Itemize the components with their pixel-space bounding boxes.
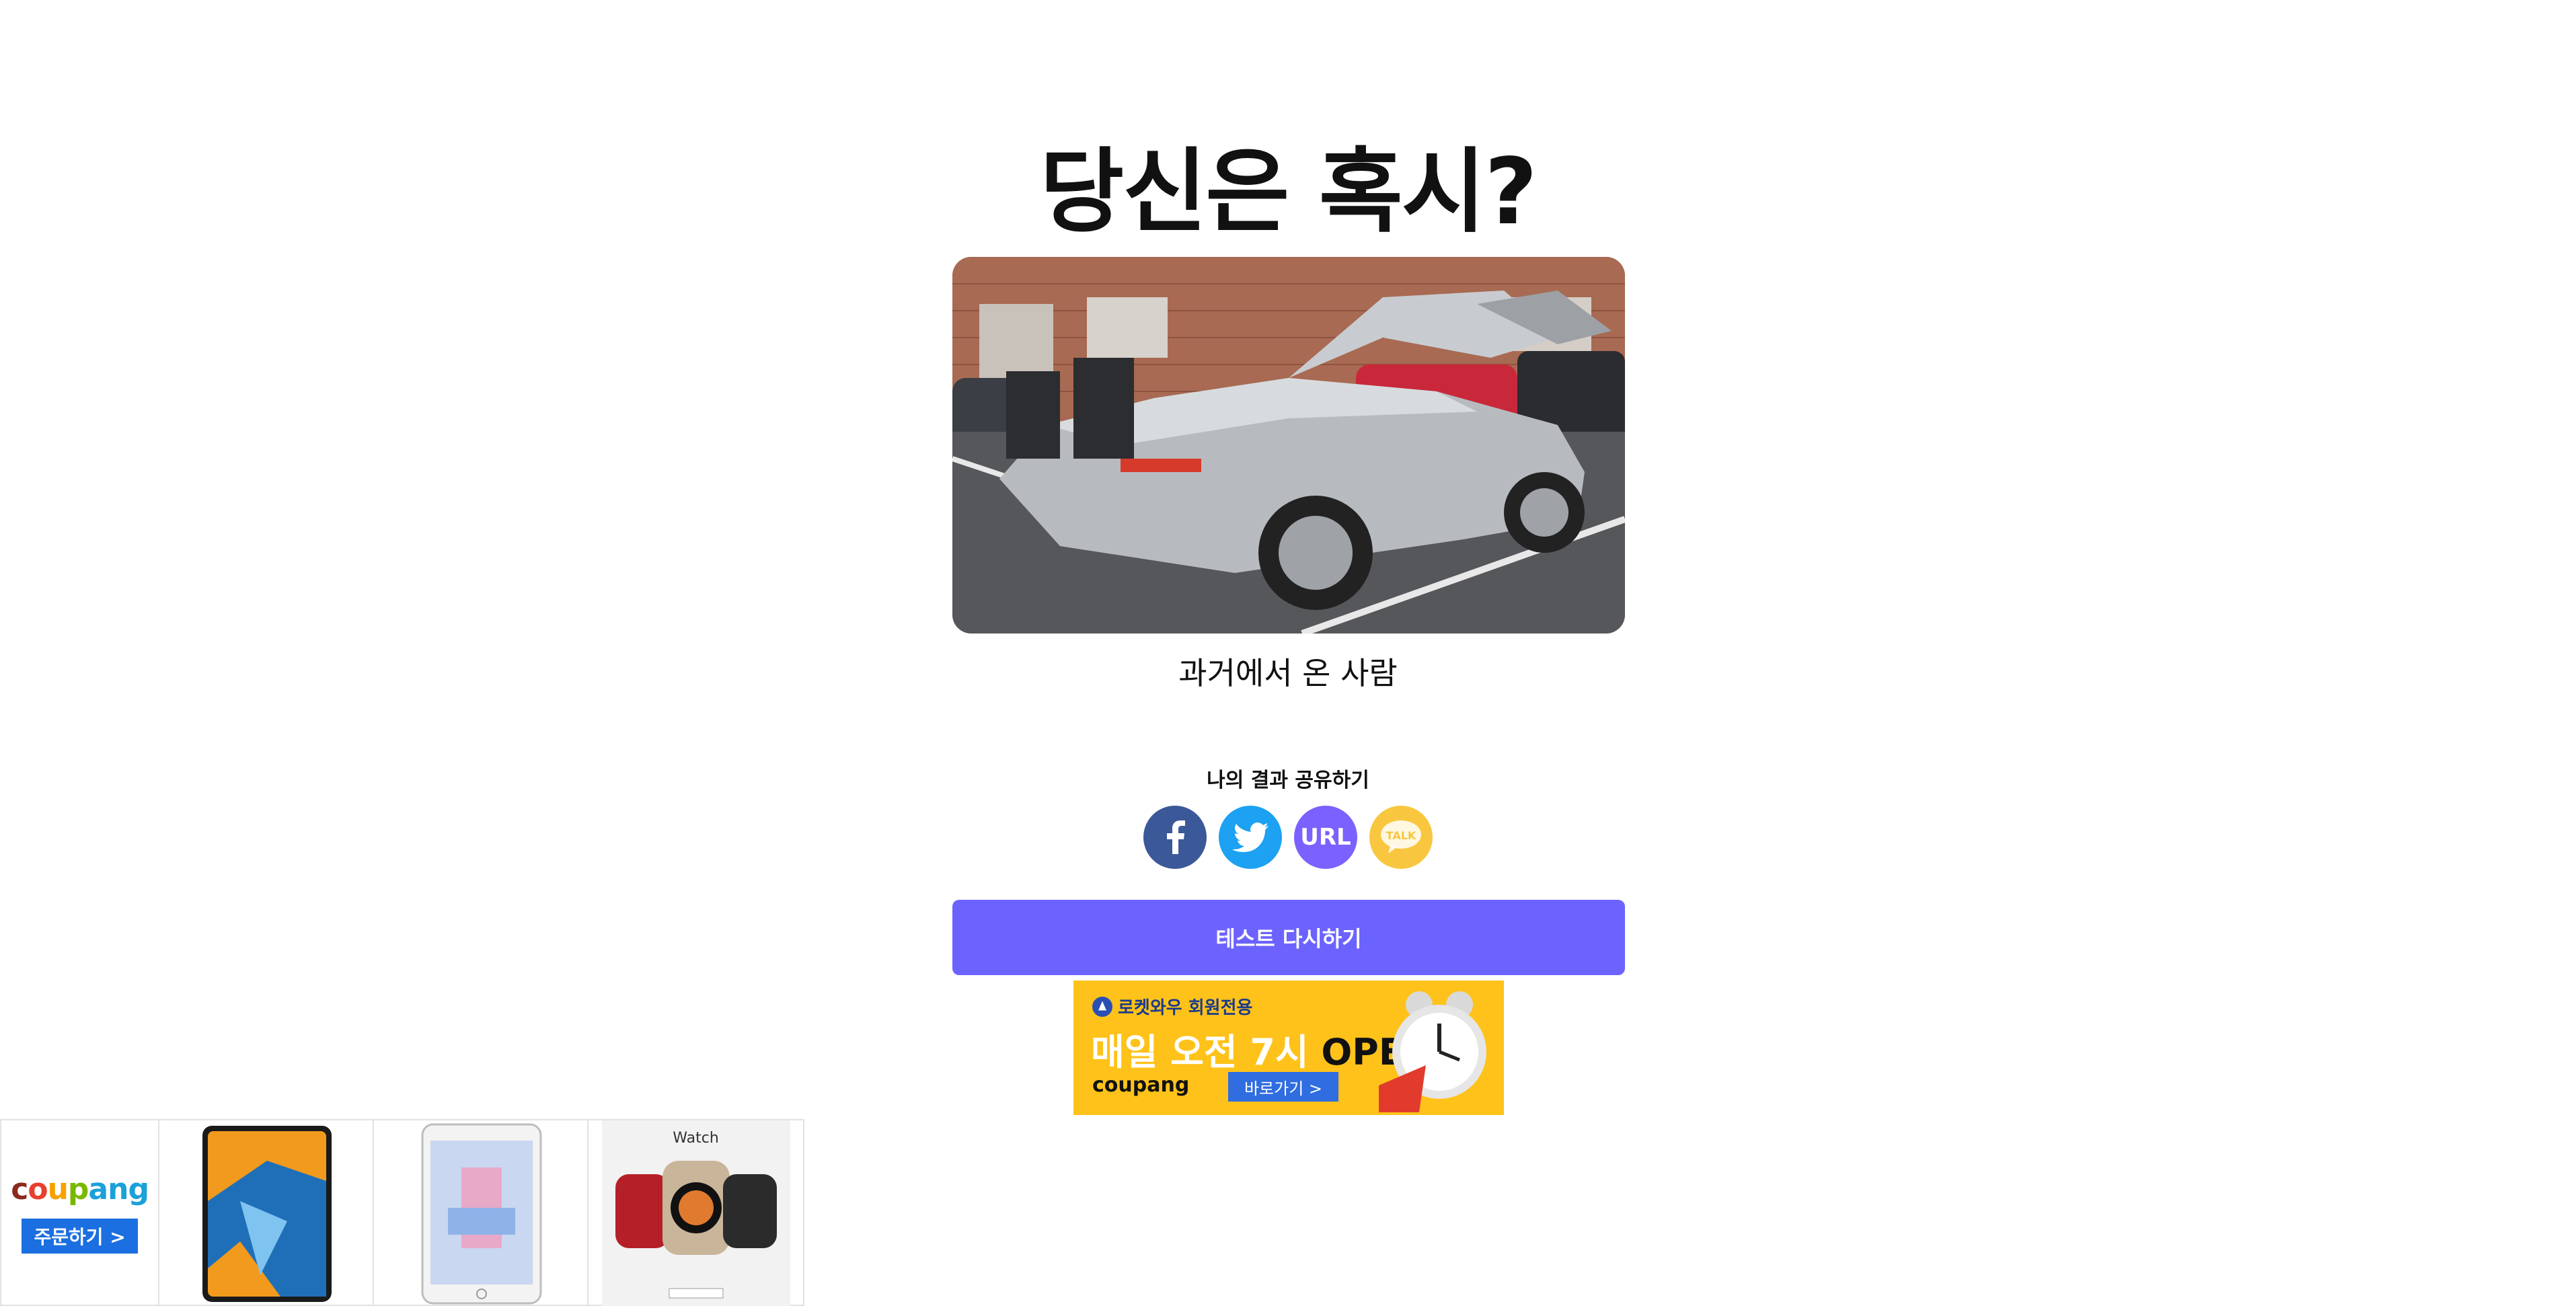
banner-cta-button[interactable]: 바로가기 > (1228, 1072, 1338, 1102)
alarm-clock-icon (1379, 991, 1486, 1112)
watch-image (602, 1120, 791, 1306)
rocket-icon (1092, 996, 1112, 1017)
facebook-share-button[interactable] (1143, 806, 1207, 869)
tablet-image (202, 1126, 332, 1302)
coupang-banner-ad[interactable]: 로켓와우 회원전용 매일 오전 7시 OPEN coupang 바로가기 > (1073, 981, 1504, 1115)
result-page: 당신은 혹시? 과거에서 온 사람 나의 결과 공유하기 URL TALK 테스… (0, 0, 2576, 1306)
twitter-icon (1232, 822, 1268, 852)
product-apple-watch[interactable]: Watch (589, 1120, 803, 1306)
kakao-talk-icon: TALK (1381, 820, 1421, 853)
url-share-button[interactable]: URL (1294, 806, 1357, 869)
tablet-image (421, 1123, 542, 1305)
coupang-brand-block[interactable]: coupang 주문하기 > (1, 1120, 160, 1305)
retry-test-button[interactable]: 테스트 다시하기 (952, 900, 1625, 975)
kakao-share-button[interactable]: TALK (1369, 806, 1433, 869)
share-label: 나의 결과 공유하기 (1207, 769, 1369, 792)
share-buttons: URL TALK (1143, 806, 1434, 869)
product-ipad-mini[interactable] (374, 1120, 589, 1305)
twitter-share-button[interactable] (1219, 806, 1282, 869)
url-share-label: URL (1300, 824, 1351, 851)
result-label: 과거에서 온 사람 (1178, 655, 1398, 691)
facebook-icon (1167, 820, 1185, 854)
banner-tagline: 로켓와우 회원전용 (1092, 994, 1252, 1019)
result-image (952, 257, 1625, 633)
watch-label: Watch (673, 1130, 719, 1147)
product-ipad-pro[interactable] (159, 1120, 375, 1305)
coupang-logo: coupang (11, 1171, 149, 1206)
page-title: 당신은 혹시? (1040, 139, 1538, 246)
svg-text:TALK: TALK (1386, 829, 1416, 842)
banner-tagline-text: 로켓와우 회원전용 (1118, 998, 1253, 1018)
coupang-product-strip: coupang 주문하기 > Watch (0, 1119, 804, 1306)
banner-brand: coupang (1092, 1073, 1190, 1097)
banner-headline-text: 매일 오전 7시 (1091, 1031, 1309, 1073)
order-button[interactable]: 주문하기 > (22, 1218, 138, 1254)
